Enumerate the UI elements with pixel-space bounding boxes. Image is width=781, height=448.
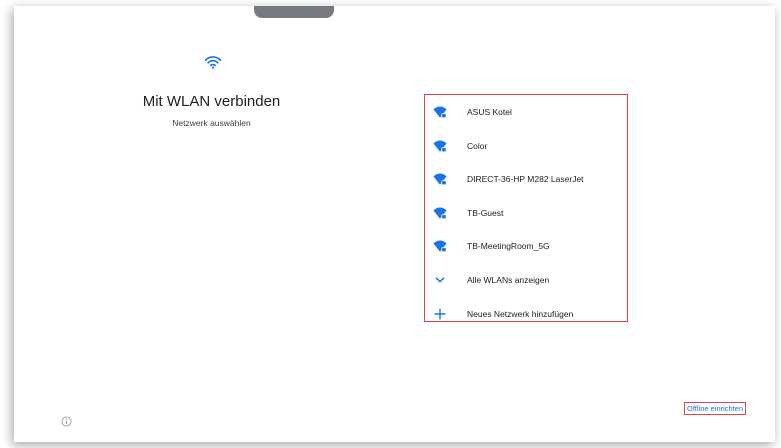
wifi-lock-icon <box>433 240 447 253</box>
page-subtitle: Netzwerk auswählen <box>172 118 251 128</box>
wifi-lock-icon <box>433 106 447 119</box>
network-name: ASUS Kotel <box>467 107 512 117</box>
network-item-tb-meetingroom[interactable]: TB-MeetingRoom_5G <box>425 229 627 263</box>
network-item-asus-kotel[interactable]: ASUS Kotel <box>425 95 627 129</box>
network-name: TB-MeetingRoom_5G <box>467 241 550 251</box>
info-icon[interactable] <box>61 416 72 427</box>
show-all-networks-button[interactable]: Alle WLANs anzeigen <box>425 263 627 297</box>
network-name: DIRECT-36-HP M282 LaserJet <box>467 174 584 184</box>
setup-window: Mit WLAN verbinden Netzwerk auswählen AS… <box>14 6 775 442</box>
offline-setup-link[interactable]: Offline einrichten <box>684 402 747 415</box>
add-network-button[interactable]: Neues Netzwerk hinzufügen <box>425 297 627 331</box>
wifi-lock-icon <box>433 140 447 153</box>
network-item-tb-guest[interactable]: TB-Guest <box>425 196 627 230</box>
network-list: ASUS Kotel Color DIRECT-36-HP M282 Laser… <box>424 94 628 322</box>
network-name: Color <box>467 141 488 151</box>
page-title: Mit WLAN verbinden <box>142 93 281 110</box>
chevron-down-icon <box>435 277 445 283</box>
wifi-lock-icon <box>433 207 447 220</box>
wifi-icon <box>204 56 222 69</box>
wifi-lock-icon <box>433 173 447 186</box>
top-status-pill <box>254 6 334 18</box>
plus-icon <box>434 308 446 320</box>
add-network-label: Neues Netzwerk hinzufügen <box>467 309 574 319</box>
show-all-label: Alle WLANs anzeigen <box>467 275 550 285</box>
network-name: TB-Guest <box>467 208 504 218</box>
network-item-direct-hp[interactable]: DIRECT-36-HP M282 LaserJet <box>425 162 627 196</box>
network-item-color[interactable]: Color <box>425 129 627 163</box>
